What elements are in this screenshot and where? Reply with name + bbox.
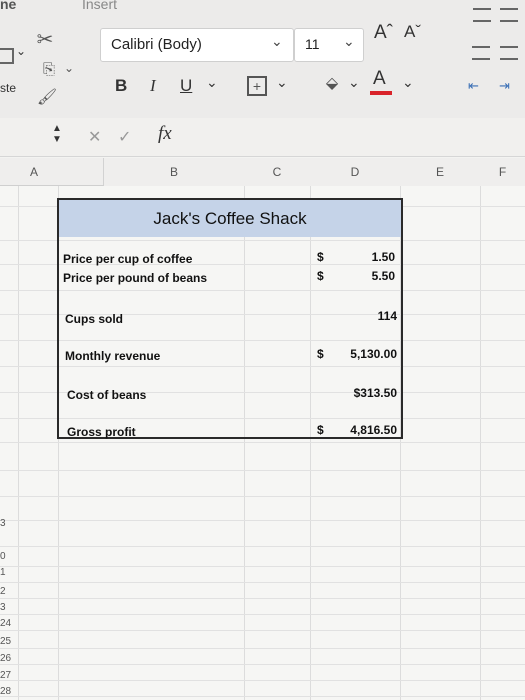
enter-button[interactable]: ✓ [118, 127, 131, 147]
fill-color-icon[interactable]: ⬙ [322, 72, 342, 94]
cell-dollar[interactable]: $ [317, 423, 324, 437]
row-number[interactable]: 24 [0, 618, 11, 629]
cell-value-price-per-cup[interactable]: 1.50 [349, 250, 395, 264]
cancel-button[interactable]: ✕ [88, 127, 101, 147]
cut-icon[interactable]: ✂ [33, 28, 57, 51]
font-color-dropdown-icon[interactable]: ⌄ [402, 74, 414, 91]
align-left-icon[interactable] [472, 46, 490, 60]
align-center-icon[interactable] [500, 46, 518, 60]
table-title[interactable]: Jack's Coffee Shack [59, 200, 401, 237]
chevron-down-icon: ⌄ [271, 33, 283, 49]
font-name-value: Calibri (Body) [111, 36, 202, 53]
borders-dropdown-icon[interactable]: ⌄ [276, 74, 288, 91]
font-color-button[interactable]: A [373, 68, 386, 90]
cell-value-cost-of-beans[interactable]: $313.50 [329, 386, 397, 400]
decrease-font-size-button[interactable]: Aˇ [404, 22, 421, 42]
paste-label[interactable]: ste [0, 81, 16, 95]
tab-home[interactable]: ne [0, 0, 16, 12]
cell-label-cups-sold[interactable]: Cups sold [65, 312, 123, 326]
increase-indent-icon[interactable]: ⇥ [499, 78, 510, 94]
align-right-icon[interactable] [473, 8, 491, 22]
row-number[interactable]: 27 [0, 670, 11, 681]
cell-label-price-per-cup[interactable]: Price per cup of coffee [63, 252, 192, 266]
italic-button[interactable]: I [150, 76, 156, 96]
copy-dropdown-icon[interactable]: ⌄ [63, 60, 75, 76]
column-header-c[interactable]: C [244, 158, 311, 187]
font-size-value: 11 [305, 36, 320, 52]
paste-icon[interactable] [0, 48, 14, 64]
cell-dollar[interactable]: $ [317, 347, 324, 361]
cell-value-monthly-revenue[interactable]: 5,130.00 [329, 347, 397, 361]
coffee-shack-table: Jack's Coffee Shack Price per cup of cof… [57, 198, 403, 439]
tab-insert[interactable]: Insert [82, 0, 117, 12]
format-painter-icon[interactable]: 🖌 [36, 86, 58, 108]
font-name-select[interactable]: Calibri (Body) ⌄ [100, 28, 294, 62]
row-number[interactable]: 3 [0, 602, 6, 613]
decrease-indent-icon[interactable]: ⇤ [468, 78, 479, 94]
cell-label-monthly-revenue[interactable]: Monthly revenue [65, 349, 160, 363]
column-header-e[interactable]: E [400, 158, 481, 187]
formula-bar: ▲ ▼ ✕ ✓ fx [0, 118, 525, 157]
cell-dollar[interactable]: $ [317, 269, 324, 283]
font-size-select[interactable]: 11 ⌄ [294, 28, 364, 62]
row-number[interactable]: 28 [0, 686, 11, 697]
chevron-down-icon: ⌄ [343, 33, 355, 49]
cell-label-cost-of-beans[interactable]: Cost of beans [67, 388, 146, 402]
cell-dollar[interactable]: $ [317, 250, 324, 264]
fill-color-dropdown-icon[interactable]: ⌄ [348, 74, 360, 91]
row-number[interactable]: 26 [0, 653, 11, 664]
column-header-b[interactable]: B [104, 158, 245, 187]
column-header-f[interactable]: F [480, 158, 525, 187]
cell-value-price-per-pound[interactable]: 5.50 [349, 269, 395, 283]
insert-function-button[interactable]: fx [158, 123, 172, 145]
underline-dropdown-icon[interactable]: ⌄ [206, 74, 218, 91]
underline-button[interactable]: U [180, 76, 192, 96]
cell-value-cups-sold[interactable]: 114 [349, 309, 397, 323]
row-number[interactable]: 1 [0, 567, 6, 578]
cell-label-gross-profit[interactable]: Gross profit [67, 425, 136, 439]
paste-dropdown-icon[interactable]: ⌄ [16, 44, 26, 58]
name-box-stepper[interactable]: ▲ ▼ [52, 123, 62, 145]
font-color-bar [370, 91, 392, 95]
cell-value-gross-profit[interactable]: 4,816.50 [329, 423, 397, 437]
row-number[interactable]: 25 [0, 636, 11, 647]
align-justify-icon[interactable] [500, 8, 518, 22]
borders-icon[interactable]: + [247, 76, 267, 96]
bold-button[interactable]: B [115, 76, 127, 96]
copy-icon[interactable]: ⎘ [38, 58, 60, 80]
cell-label-price-per-pound[interactable]: Price per pound of beans [63, 271, 207, 285]
ribbon: ne Insert ⌄ ste ✂ ⎘ ⌄ 🖌 Calibri (Body) ⌄… [0, 0, 525, 118]
row-number[interactable]: 0 [0, 551, 6, 562]
column-header-a[interactable]: A [0, 158, 104, 186]
row-number[interactable]: 3 [0, 518, 6, 529]
increase-font-size-button[interactable]: Aˆ [374, 22, 393, 44]
column-header-d[interactable]: D [310, 158, 401, 187]
row-number[interactable]: 2 [0, 586, 6, 597]
